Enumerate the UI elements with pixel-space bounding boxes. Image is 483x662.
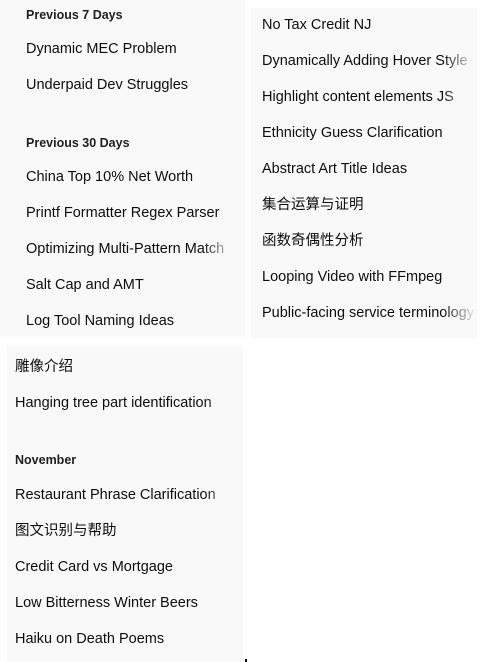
section-heading-previous-30-days: Previous 30 Days xyxy=(26,136,130,150)
chat-item-salt-cap-and-amt[interactable]: Salt Cap and AMT xyxy=(20,270,236,300)
chat-item-hanging-tree-part-identification[interactable]: Hanging tree part identification xyxy=(9,388,239,418)
chat-item-restaurant-phrase-clarification[interactable]: Restaurant Phrase Clarification xyxy=(9,480,239,510)
chat-item-looping-video-ffmpeg[interactable]: Looping Video with FFmpeg xyxy=(256,262,477,292)
chat-item-image-text-recognition-help[interactable]: 图文识别与帮助 xyxy=(9,516,239,546)
chat-item-dynamically-adding-hover-style[interactable]: Dynamically Adding Hover Style xyxy=(256,46,477,76)
chat-item-statue-introduction[interactable]: 雕像介绍 xyxy=(9,352,239,382)
section-heading-previous-7-days: Previous 7 Days xyxy=(26,8,123,22)
chat-history-panel-recent: Previous 7 Days Dynamic MEC Problem Unde… xyxy=(0,0,245,337)
chat-item-low-bitterness-winter-beers[interactable]: Low Bitterness Winter Beers xyxy=(9,588,239,618)
chat-item-printf-formatter-regex-parser[interactable]: Printf Formatter Regex Parser xyxy=(20,198,236,228)
chat-item-function-parity-analysis[interactable]: 函数奇偶性分析 xyxy=(256,226,477,256)
chat-item-china-top-net-worth[interactable]: China Top 10% Net Worth xyxy=(20,162,236,192)
chat-item-credit-card-vs-mortgage[interactable]: Credit Card vs Mortgage xyxy=(9,552,239,582)
chat-item-set-operations-proof[interactable]: 集合运算与证明 xyxy=(256,190,477,220)
chat-item-dynamic-mec-problem[interactable]: Dynamic MEC Problem xyxy=(20,34,236,64)
chat-item-underpaid-dev-struggles[interactable]: Underpaid Dev Struggles xyxy=(20,70,236,100)
chat-item-abstract-art-title-ideas[interactable]: Abstract Art Title Ideas xyxy=(256,154,477,184)
chat-history-panel-older: 雕像介绍 Hanging tree part identification No… xyxy=(7,345,243,662)
chat-history-panel-continued: No Tax Credit NJ Dynamically Adding Hove… xyxy=(251,8,477,338)
chat-item-haiku-on-death-poems[interactable]: Haiku on Death Poems xyxy=(9,624,239,654)
chat-item-optimizing-multi-pattern-match[interactable]: Optimizing Multi-Pattern Match xyxy=(20,234,236,264)
chat-item-ethnicity-guess-clarification[interactable]: Ethnicity Guess Clarification xyxy=(256,118,477,148)
section-heading-november: November xyxy=(15,453,77,467)
chat-item-highlight-content-elements-js[interactable]: Highlight content elements JS xyxy=(256,82,477,112)
chat-item-log-tool-naming-ideas[interactable]: Log Tool Naming Ideas xyxy=(20,306,236,336)
chat-item-public-facing-service-terminology[interactable]: Public-facing service terminology xyxy=(256,298,477,328)
chat-item-no-tax-credit-nj[interactable]: No Tax Credit NJ xyxy=(256,10,477,40)
